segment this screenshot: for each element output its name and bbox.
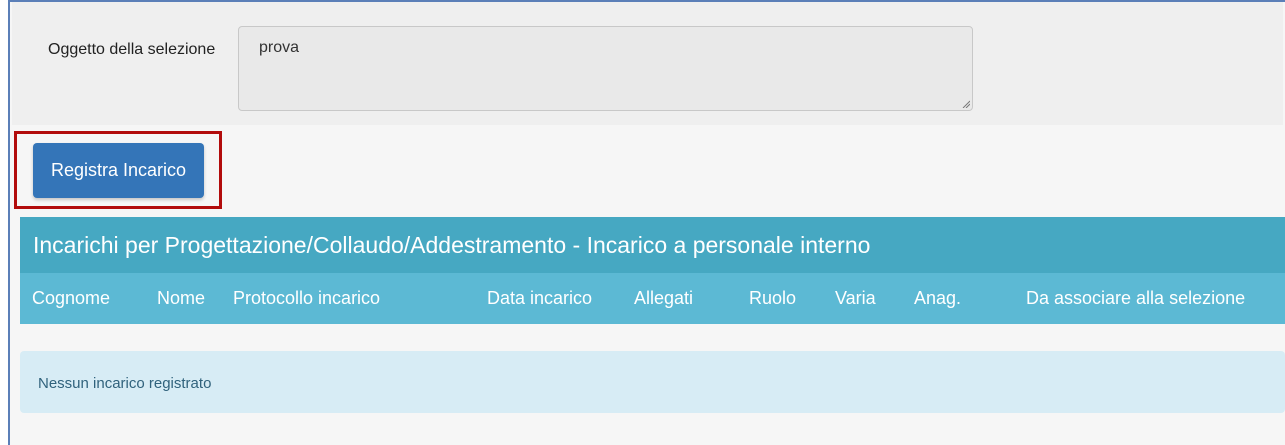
- subject-label: Oggetto della selezione: [48, 41, 216, 58]
- column-header-da-associare: Da associare alla selezione: [1026, 288, 1246, 308]
- empty-table-message-row: Nessun incarico registrato: [20, 351, 1285, 413]
- column-header-anag: Anag.: [914, 288, 962, 308]
- column-header-protocollo: Protocollo incarico: [233, 288, 381, 308]
- register-assignment-button[interactable]: Registra Incarico: [33, 143, 204, 198]
- column-header-ruolo: Ruolo: [749, 288, 797, 308]
- subject-textarea[interactable]: prova: [238, 26, 973, 111]
- column-header-varia: Varia: [835, 288, 876, 308]
- column-header-data-incarico: Data incarico: [487, 288, 593, 308]
- column-header-nome: Nome: [157, 288, 206, 308]
- table-header-row: Cognome Nome Protocollo incarico Data in…: [20, 273, 1285, 324]
- resize-grip-icon[interactable]: [962, 100, 970, 108]
- column-header-cognome: Cognome: [32, 288, 111, 308]
- panel-title: Incarichi per Progettazione/Collaudo/Add…: [20, 217, 1285, 273]
- subject-textarea-value: prova: [259, 39, 300, 56]
- empty-table-message: Nessun incarico registrato: [38, 375, 212, 392]
- column-header-allegati: Allegati: [634, 288, 694, 308]
